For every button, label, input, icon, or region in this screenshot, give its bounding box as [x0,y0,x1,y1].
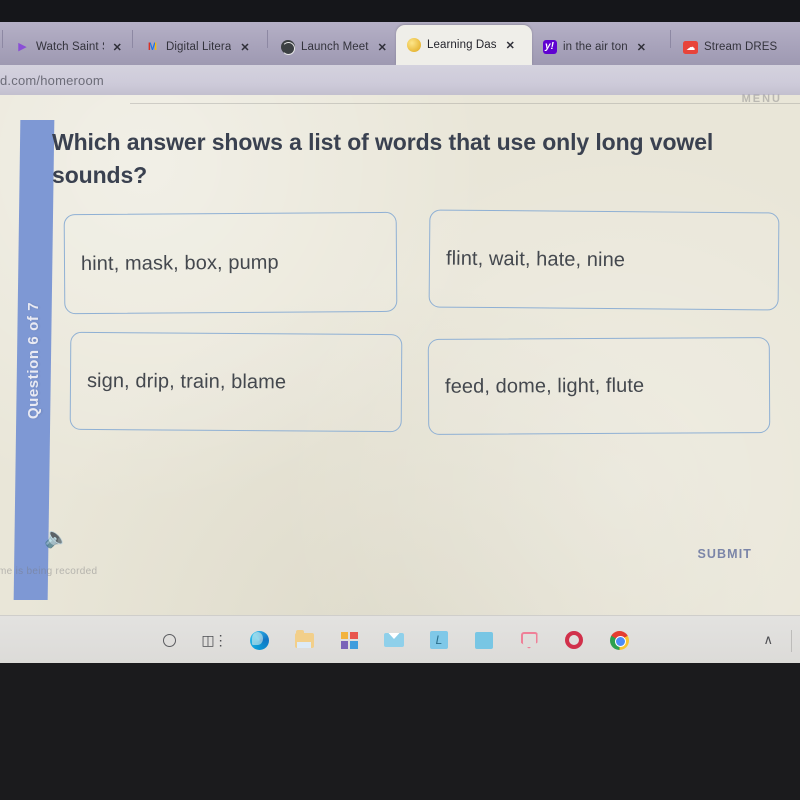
search-icon[interactable] [158,629,180,651]
windows-taskbar: ◫⋮ L ∧ [0,615,800,663]
menu-button[interactable]: MENU [742,93,782,105]
twitch-play-icon: ▶ [18,40,27,53]
answer-choice-1[interactable]: flint, wait, hate, nine [428,209,780,311]
tab-close-button[interactable]: ✕ [113,41,122,54]
globe-icon [280,40,295,55]
screen-photo: ▶ Watch Saint S ✕ M Digital Litera ✕ Lau… [0,0,800,800]
browser-tab-4[interactable]: y! in the air ton ✕ [532,29,668,65]
tab-close-button[interactable]: ✕ [378,41,387,54]
microsoft-store-icon[interactable] [338,629,360,651]
browser-tab-strip: ▶ Watch Saint S ✕ M Digital Litera ✕ Lau… [0,22,800,65]
page-header-divider [130,103,800,104]
task-view-icon[interactable]: ◫⋮ [201,629,227,651]
browser-tab-3-active[interactable]: Learning Das ✕ [396,25,532,65]
address-text: d.com/homeroom [0,72,104,88]
browser-tab-0[interactable]: ▶ Watch Saint S ✕ [5,29,130,65]
learning-dashboard-icon [406,38,421,53]
photo-bezel-bottom [0,663,800,800]
blue-app-icon[interactable] [473,629,495,651]
tab-separator [670,30,671,48]
taskbar-divider [791,630,792,652]
tab-label: Launch Meet [301,41,369,53]
gmail-icon: M [145,40,160,55]
answer-choice-3[interactable]: feed, dome, light, flute [427,337,771,435]
browser-tab-2[interactable]: Launch Meet ✕ [270,29,396,65]
answer-choice-2[interactable]: sign, drip, train, blame [69,331,403,433]
browser-tab-5[interactable]: ☁ Stream DRES [673,29,793,65]
tab-close-button[interactable]: ✕ [506,39,515,52]
tab-label: Learning Das [427,39,497,51]
mail-icon[interactable] [383,629,405,651]
taskbar-icons: ◫⋮ L [158,616,630,664]
recording-note: me is being recorded [0,566,98,577]
tab-separator [267,30,268,48]
shield-app-icon[interactable] [518,629,540,651]
answer-choice-label: flint, wait, hate, nine [445,247,626,271]
browser-address-bar[interactable]: d.com/homeroom [0,65,800,95]
show-hidden-icons-button[interactable]: ∧ [763,616,773,664]
submit-button[interactable]: SUBMIT [697,547,752,561]
answer-choice-label: hint, mask, box, pump [80,251,279,275]
chrome-icon[interactable] [608,629,630,651]
tab-label: Digital Litera [166,41,232,53]
speaker-icon[interactable]: 🔈 [44,525,69,550]
answer-choices: hint, mask, box, pump flint, wait, hate,… [63,209,788,548]
tab-separator [132,30,133,48]
lexia-app-icon[interactable]: L [428,629,450,651]
soundcloud-icon: ☁ [683,40,698,55]
tab-separator [2,30,3,48]
answer-choice-label: feed, dome, light, flute [444,374,645,398]
quiz-page: MENU Question 6 of 7 Which answer shows … [0,93,800,678]
tab-label: Watch Saint S [36,41,104,53]
question-progress-label: Question 6 of 7 [25,301,43,419]
edge-icon[interactable] [248,629,270,651]
question-text: Which answer shows a list of words that … [52,129,714,189]
answer-choice-0[interactable]: hint, mask, box, pump [63,211,398,315]
tab-close-button[interactable]: ✕ [240,41,249,54]
lexia-app-label: L [430,631,448,649]
answer-choice-label: sign, drip, train, blame [86,369,287,393]
tab-label: in the air ton [563,41,628,53]
photo-bezel-top [0,0,800,22]
opera-icon[interactable] [563,629,585,651]
file-explorer-icon[interactable] [293,629,315,651]
browser-tab-1[interactable]: M Digital Litera ✕ [135,29,265,65]
tab-label: Stream DRES [704,41,778,53]
yahoo-icon: y! [542,40,557,55]
tab-close-button[interactable]: ✕ [637,41,646,54]
